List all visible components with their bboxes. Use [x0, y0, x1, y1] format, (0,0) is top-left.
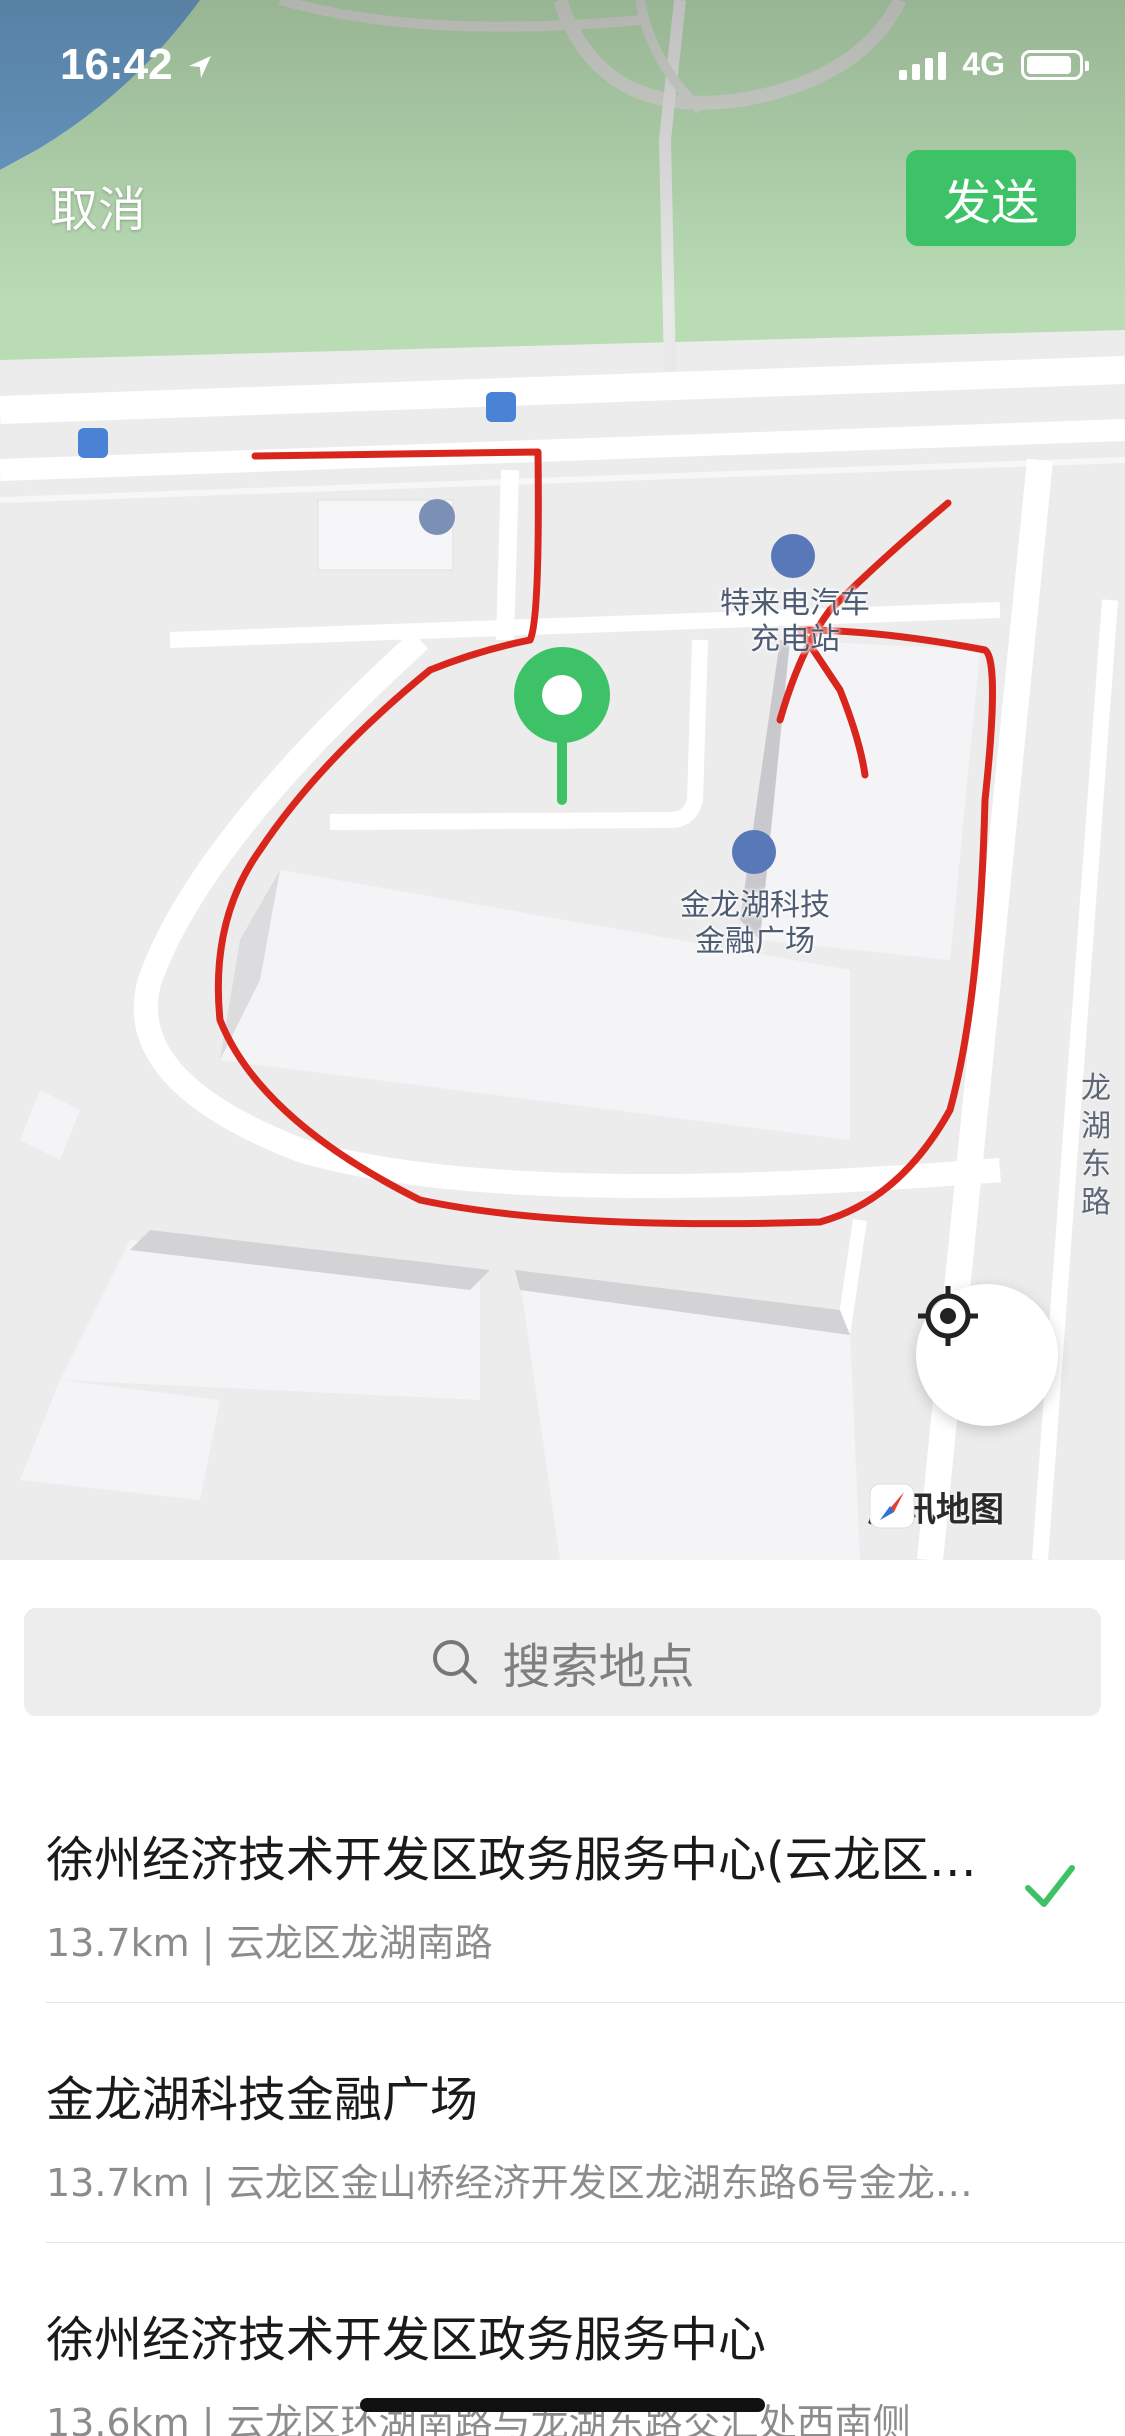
result-subtitle: 13.7km | 云龙区龙湖南路 [46, 1921, 493, 1965]
search-placeholder: 搜索地点 [502, 1639, 695, 1695]
result-title: 金龙湖科技金融广场 [46, 2072, 479, 2128]
poi-plaza-label: 金龙湖科技 金融广场 [680, 888, 830, 959]
status-time: 16:42 [60, 40, 215, 90]
home-indicator [360, 2398, 765, 2412]
cancel-button[interactable]: 取消 [50, 170, 146, 240]
poi-charging-label: 特来电汽车 充电站 [720, 586, 870, 657]
result-title: 徐州经济技术开发区政务服务中心(云龙区龙湖南路) [46, 1832, 1006, 1888]
result-title: 徐州经济技术开发区政务服务中心 [46, 2312, 767, 2368]
road-name-label: 龙 湖 东 路 [1081, 1071, 1111, 1220]
location-arrow-icon [188, 56, 211, 79]
status-indicators: 4G [899, 46, 1089, 83]
locate-me-button[interactable] [916, 1284, 1058, 1426]
poi-plaza[interactable]: 金龙湖科技 金融广场 [660, 888, 850, 960]
selected-check-icon [1025, 1865, 1075, 1907]
tencent-map-logo-icon [869, 1483, 915, 1529]
send-button[interactable]: 发送 [906, 150, 1076, 246]
status-bar: 16:42 4G [0, 0, 1125, 130]
poi-charging-station[interactable]: 特来电汽车 充电站 [700, 586, 890, 658]
result-subtitle: 13.7km | 云龙区金山桥经济开发区龙湖东路6号金龙湖科技金融广场 [46, 2161, 1006, 2205]
signal-icon [899, 50, 947, 80]
search-icon [433, 1640, 478, 1684]
location-picker-screen: 特来电汽车 充电站 金龙湖科技 金融广场 龙 湖 东 路 腾讯地图 16:42 … [0, 0, 1125, 2436]
result-item[interactable]: 徐州经济技术开发区政务服务中心(云龙区龙湖南路) 13.7km | 云龙区龙湖南… [46, 1820, 1076, 1967]
network-type: 4G [962, 46, 1005, 82]
divider [46, 2242, 1125, 2243]
battery-icon [1021, 49, 1089, 80]
divider [46, 2002, 1125, 2003]
crosshair-icon [918, 1286, 978, 1346]
search-bar[interactable]: 搜索地点 [24, 1608, 1101, 1716]
result-item[interactable]: 徐州经济技术开发区政务服务中心 13.6km | 云龙区环湖南路与龙湖东路交汇处… [46, 2300, 1076, 2436]
map-brand: 腾讯地图 [868, 1482, 1004, 1531]
result-item[interactable]: 金龙湖科技金融广场 13.7km | 云龙区金山桥经济开发区龙湖东路6号金龙湖科… [46, 2060, 1076, 2207]
